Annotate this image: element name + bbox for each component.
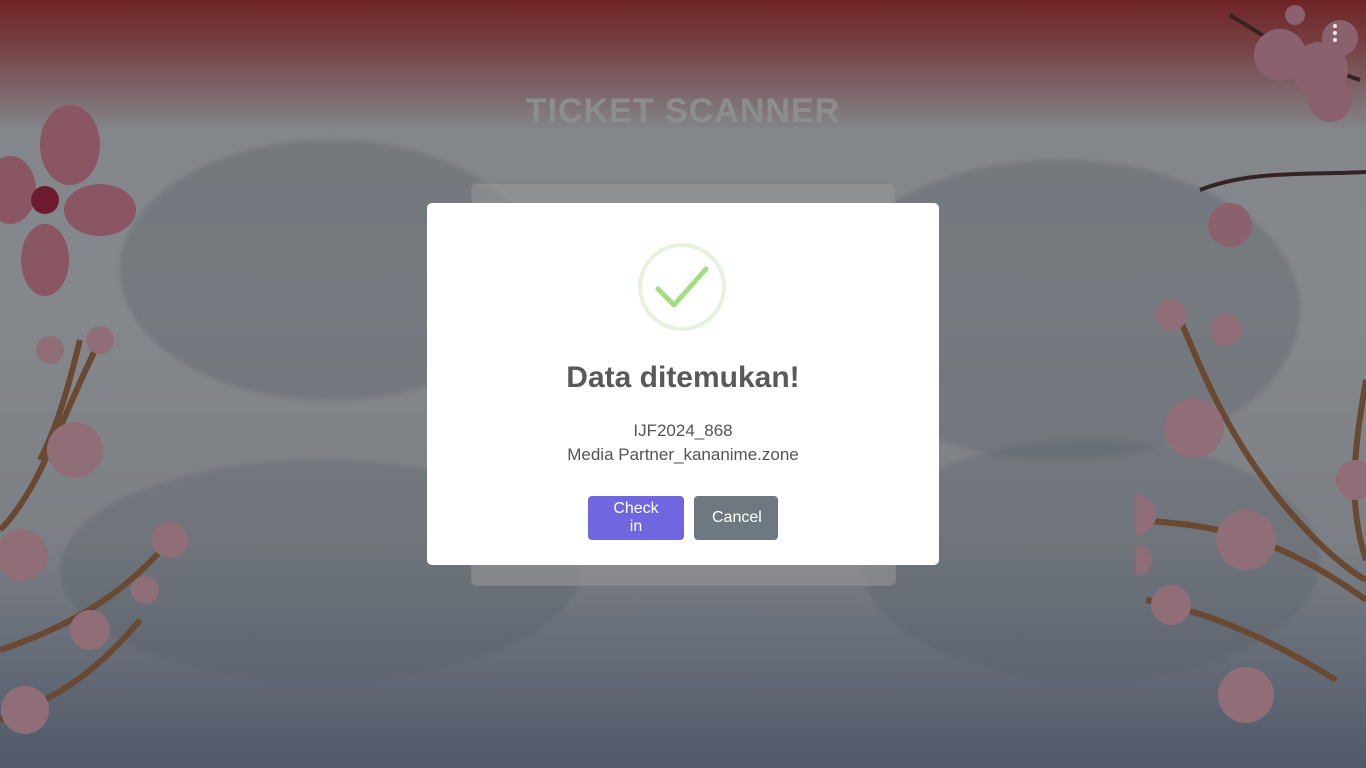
result-dialog: Data ditemukan! IJF2024_868 Media Partne… (427, 203, 939, 565)
dialog-title: Data ditemukan! (566, 361, 800, 394)
more-options-icon[interactable] (1333, 24, 1337, 42)
checkmark-success-icon (638, 243, 726, 331)
ticket-holder: Media Partner_kananime.zone (567, 445, 799, 464)
dialog-actions: Check in Cancel (427, 496, 939, 540)
check-in-button[interactable]: Check in (588, 496, 684, 540)
ticket-code: IJF2024_868 (633, 421, 733, 440)
dialog-content: IJF2024_868 Media Partner_kananime.zone (427, 419, 939, 467)
checkmark-icon (655, 266, 709, 308)
cancel-button[interactable]: Cancel (694, 496, 778, 540)
